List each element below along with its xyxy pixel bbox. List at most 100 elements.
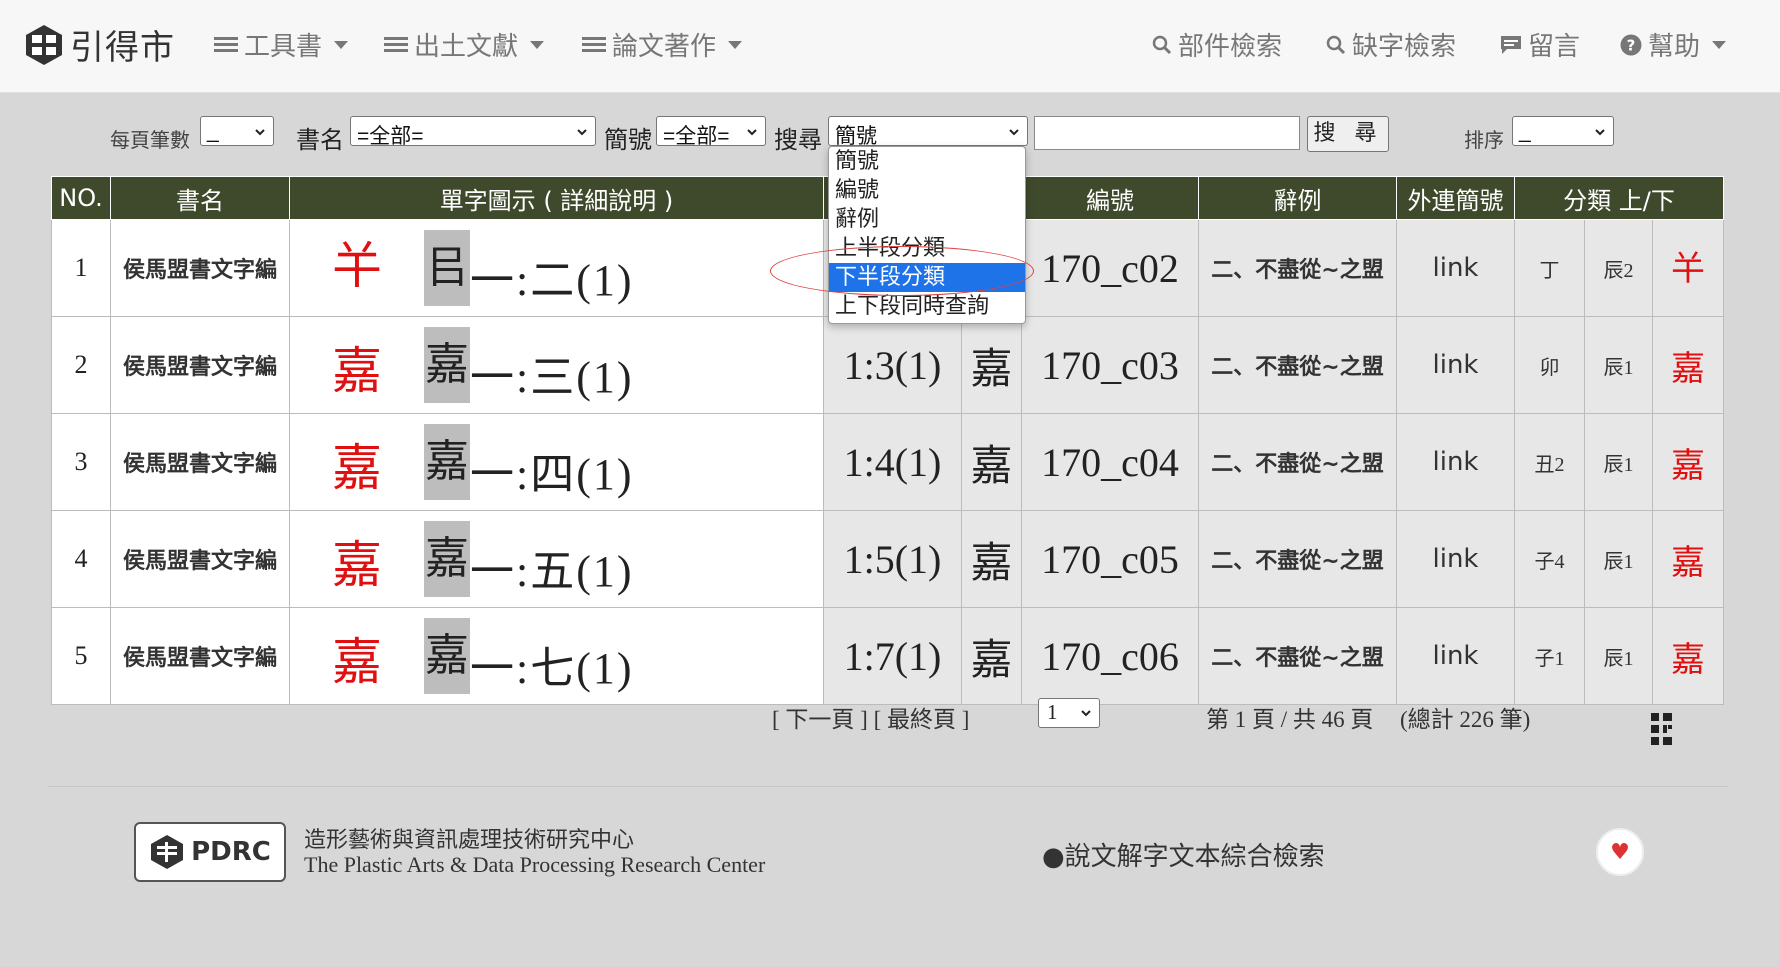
red-glyph-image: 𢆉 <box>332 237 382 295</box>
scan-glyph: 嘉 <box>425 340 469 389</box>
cell-mini-glyph: 𢆉 <box>1651 219 1725 317</box>
dropdown-option[interactable]: 下半段分類 <box>829 263 1025 292</box>
select-value: 1 <box>1047 700 1058 724</box>
dropdown-option[interactable]: 上半段分類 <box>829 234 1025 263</box>
menu-label: 出土文獻 <box>414 32 519 62</box>
code-select[interactable]: =全部= <box>656 116 766 146</box>
search-field-label: 搜尋 <box>774 128 822 154</box>
shuowen-search-link[interactable]: ●說文解字文本綜合檢索 <box>1042 836 1325 873</box>
chevron-down-icon <box>255 129 265 136</box>
cell-no: 3 <box>51 413 111 511</box>
book-select[interactable]: =全部= <box>350 116 596 146</box>
select-value: =全部= <box>663 125 730 146</box>
red-glyph-image: 嘉 <box>332 633 382 691</box>
cell-upper-class: 丑2 <box>1514 413 1585 511</box>
cell-lower-class: 辰1 <box>1584 607 1653 705</box>
cell-external-link[interactable]: link <box>1396 219 1515 317</box>
cell-code: 170_c06 <box>1021 607 1199 705</box>
scan-caption: 一:四(1) <box>470 450 634 499</box>
page-select[interactable]: 1 <box>1038 698 1100 728</box>
cell-code: 170_c04 <box>1021 413 1199 511</box>
select-value: _ <box>1519 120 1531 143</box>
cell-char: 嘉 <box>961 510 1022 608</box>
pdrc-logo[interactable]: PDRC <box>134 822 286 882</box>
cell-example: 二、不盡從~之盟 <box>1198 316 1397 414</box>
cell-glyph-image[interactable]: 𢆉 㠯一:二(1) <box>289 219 824 317</box>
select-value: _ <box>207 120 219 143</box>
cell-no: 4 <box>51 510 111 608</box>
cell-upper-class: 丁 <box>1514 219 1585 317</box>
cell-code: 170_c05 <box>1021 510 1199 608</box>
col-glyph-image[interactable]: 單字圖示 ( 詳細說明 ) <box>289 176 824 220</box>
cell-glyph-image[interactable]: 嘉嘉一:五(1) <box>289 510 824 608</box>
cell-glyph-image[interactable]: 嘉嘉一:七(1) <box>289 607 824 705</box>
nav-label: 缺字檢索 <box>1352 32 1457 62</box>
book-label: 書名 <box>296 128 344 154</box>
total-count: (總計 226 筆) <box>1400 707 1531 732</box>
scan-image: 㠯 <box>424 230 470 306</box>
cell-external-link[interactable]: link <box>1396 413 1515 511</box>
menu-excavated-documents[interactable]: 出土文獻 <box>384 26 545 63</box>
search-field-dropdown[interactable]: 簡號 編號 辭例 上半段分類 下半段分類 上下段同時查詢 <box>828 146 1026 324</box>
cell-lower-class: 辰1 <box>1584 510 1653 608</box>
cell-example: 二、不盡從~之盟 <box>1198 607 1397 705</box>
menu-papers[interactable]: 論文著作 <box>582 26 743 63</box>
dropdown-option[interactable]: 辭例 <box>829 205 1025 234</box>
scan-image: 嘉 <box>424 424 470 500</box>
cell-lower-class: 辰1 <box>1584 413 1653 511</box>
nav-missing-char-search[interactable]: 缺字檢索 <box>1326 26 1456 63</box>
col-example: 辭例 <box>1198 176 1397 220</box>
pdrc-logo-text: PDRC <box>191 837 271 867</box>
scan-caption: 一:七(1) <box>470 644 634 693</box>
dropdown-option[interactable]: 簡號 <box>829 147 1025 176</box>
cell-upper-class: 子1 <box>1514 607 1585 705</box>
cell-glyph-image[interactable]: 嘉嘉一:四(1) <box>289 413 824 511</box>
chevron-down-icon <box>577 129 587 136</box>
cell-location: 1:5(1) <box>823 510 962 608</box>
chevron-down-icon <box>747 129 757 136</box>
search-field-select[interactable]: 簡號 <box>828 116 1028 146</box>
cell-external-link[interactable]: link <box>1396 316 1515 414</box>
org-name-english: The Plastic Arts & Data Processing Resea… <box>304 852 766 877</box>
help-icon: ? <box>1620 34 1642 55</box>
sort-select[interactable]: _ <box>1512 116 1614 146</box>
cell-glyph-image[interactable]: 嘉嘉一:三(1) <box>289 316 824 414</box>
select-value: 簡號 <box>835 125 877 146</box>
search-button[interactable]: 搜 尋 <box>1307 116 1389 152</box>
dropdown-option[interactable]: 上下段同時查詢 <box>829 292 1025 321</box>
qr-code-icon[interactable] <box>1650 712 1674 746</box>
per-page-select[interactable]: _ <box>200 116 274 146</box>
cell-book: 侯馬盟書文字編 <box>110 316 290 414</box>
nav-component-search[interactable]: 部件檢索 <box>1152 26 1282 63</box>
cell-upper-class: 子4 <box>1514 510 1585 608</box>
scan-glyph: 嘉 <box>425 631 469 680</box>
cell-code: 170_c02 <box>1021 219 1199 317</box>
top-navbar: 引得市 工具書 出土文獻 論文著作 部件檢索 缺字檢索 留言 ? 幫助 <box>0 0 1780 93</box>
cell-external-link[interactable]: link <box>1396 510 1515 608</box>
chevron-down-icon <box>1712 40 1727 49</box>
nav-help[interactable]: ? 幫助 <box>1620 26 1727 63</box>
pager-nav-links[interactable]: [ 下一頁 ] [ 最終頁 ] <box>772 700 969 734</box>
col-book: 書名 <box>110 176 290 220</box>
col-no: NO. <box>51 176 111 220</box>
menu-label: 論文著作 <box>612 32 717 62</box>
nav-message[interactable]: 留言 <box>1500 26 1580 63</box>
nav-label: 幫助 <box>1648 32 1701 62</box>
cell-book: 侯馬盟書文字編 <box>110 510 290 608</box>
table-row: 2 侯馬盟書文字編嘉嘉一:三(1) 1:3(1) 嘉 170_c03 二、不盡從~之盟 li… <box>51 316 1725 414</box>
cell-example: 二、不盡從~之盟 <box>1198 219 1397 317</box>
menu-icon <box>214 36 238 53</box>
heart-badge-icon[interactable]: ♥ <box>1596 828 1644 876</box>
brand[interactable]: 引得市 <box>24 20 175 69</box>
chevron-down-icon <box>728 40 743 49</box>
cell-example: 二、不盡從~之盟 <box>1198 510 1397 608</box>
menu-icon <box>384 36 408 53</box>
cell-char: 嘉 <box>961 413 1022 511</box>
col-code: 編號 <box>1021 176 1199 220</box>
menu-reference-books[interactable]: 工具書 <box>214 26 349 63</box>
chevron-down-icon <box>530 40 545 49</box>
chevron-down-icon <box>1081 710 1091 717</box>
cell-external-link[interactable]: link <box>1396 607 1515 705</box>
dropdown-option[interactable]: 編號 <box>829 176 1025 205</box>
search-input[interactable] <box>1034 116 1300 150</box>
